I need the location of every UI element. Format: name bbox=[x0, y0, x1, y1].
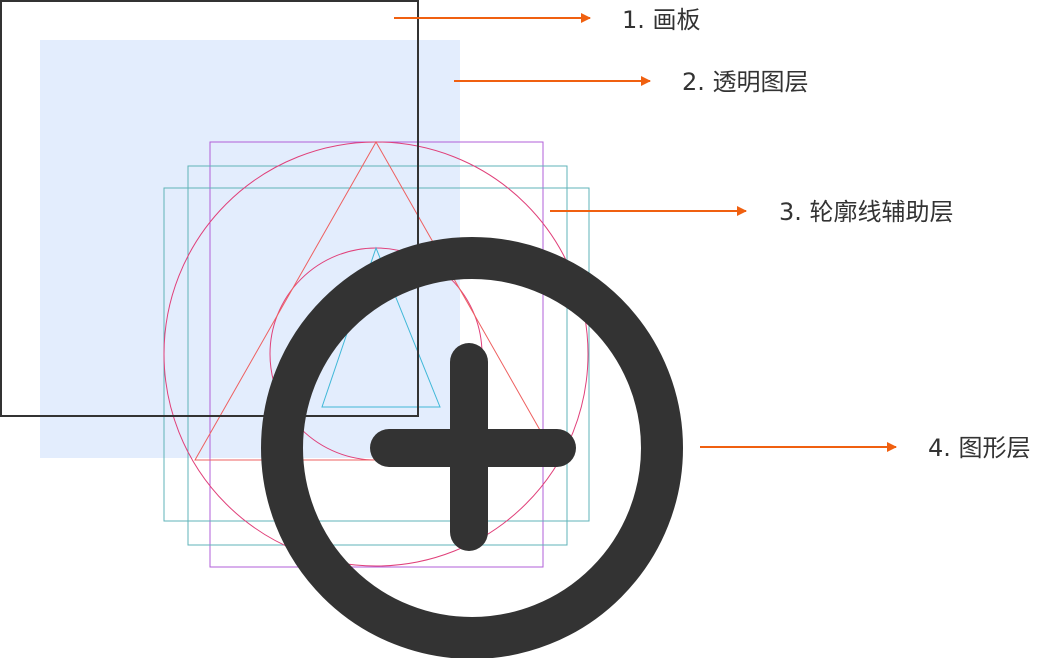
label-outline-guide-layer: 3. 轮廓线辅助层 bbox=[779, 198, 954, 226]
label-shape-layer: 4. 图形层 bbox=[928, 434, 1031, 462]
layer-structure-diagram bbox=[0, 0, 897, 658]
label-transparent-layer: 2. 透明图层 bbox=[682, 68, 809, 96]
label-artboard: 1. 画板 bbox=[622, 6, 701, 34]
transparent-layer bbox=[40, 40, 460, 458]
